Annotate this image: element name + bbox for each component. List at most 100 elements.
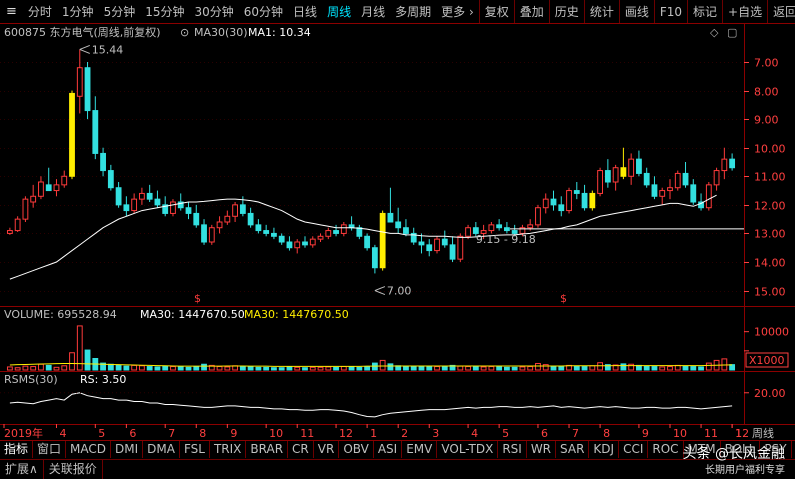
candle-body[interactable] [434,238,440,252]
candle-body[interactable] [558,204,565,212]
candle-body[interactable] [581,192,588,209]
candle-body[interactable] [224,215,231,223]
candle-body[interactable] [30,195,37,203]
indicator-trix[interactable]: TRIX [210,441,247,458]
candle-body[interactable] [333,230,339,234]
candle-body[interactable] [232,204,239,217]
candle-body[interactable] [395,221,402,229]
candle-body[interactable] [61,175,68,186]
candle-body[interactable] [636,158,642,174]
candle-body[interactable] [76,67,83,97]
indicator-cr[interactable]: CR [288,441,314,458]
candle-body[interactable] [325,230,332,237]
candle-body[interactable] [620,167,627,177]
candle-body[interactable] [651,184,658,197]
candle-body[interactable] [294,241,301,249]
tab-5min[interactable]: 5分钟 [99,0,141,23]
candle-body[interactable] [441,238,448,246]
candle-body[interactable] [713,170,720,186]
candle-body[interactable] [449,244,456,260]
dividend-mark-2[interactable]: $ [560,292,567,305]
candle-body[interactable] [247,212,254,226]
candle-body[interactable] [659,190,666,197]
candle-body[interactable] [496,224,503,229]
statistics-button[interactable]: 统计 [583,0,619,23]
history-button[interactable]: 历史 [548,0,584,23]
candle-body[interactable] [721,158,728,172]
chart-area[interactable]: 15.00 14.00 13.00 12.00 11.00 10.00 9.00 8.00 7.… [0,24,795,440]
candle-body[interactable] [628,158,635,177]
candle-body[interactable] [255,224,262,232]
overlay-button[interactable]: 叠加 [513,0,549,23]
candle-body[interactable] [566,190,572,212]
candle-body[interactable] [45,184,52,192]
candle-body[interactable] [278,235,285,243]
candle-body[interactable] [643,172,650,186]
tab-timeshare[interactable]: 分时 [23,0,57,23]
mark-button[interactable]: 标记 [687,0,722,23]
candle-body[interactable] [604,170,611,183]
candle-body[interactable] [286,241,293,249]
indicator-wr[interactable]: WR [527,441,557,458]
candle-body[interactable] [379,212,386,269]
candle-body[interactable] [69,92,75,177]
candle-body[interactable] [589,192,596,209]
adjust-button[interactable]: 复权 [478,0,514,23]
candle-body[interactable] [115,187,122,206]
candle-body[interactable] [146,192,153,200]
candle-body[interactable] [317,235,324,240]
candle-body[interactable] [488,224,495,232]
indicator-tab-label[interactable]: 指标 [0,441,34,458]
expand-tab[interactable]: 扩展∧ [0,460,44,479]
candle-body[interactable] [22,198,29,220]
candle-body[interactable] [239,204,246,214]
candle-body[interactable] [573,190,580,194]
candle-body[interactable] [542,198,549,209]
candle-body[interactable] [123,204,130,212]
indicator-emv[interactable]: EMV [402,441,438,458]
indicator-obv[interactable]: OBV [339,441,374,458]
candle-body[interactable] [418,241,425,246]
candle-body[interactable] [426,244,433,252]
indicator-fsl[interactable]: FSL [180,441,210,458]
candle-body[interactable] [550,198,557,206]
candle-body[interactable] [302,241,308,246]
tab-daily[interactable]: 日线 [288,0,322,23]
candle-body[interactable] [154,198,161,206]
price-candles[interactable] [6,44,736,296]
candle-body[interactable] [193,212,200,226]
candle-body[interactable] [107,170,114,189]
candle-body[interactable] [503,227,510,232]
indicator-asi[interactable]: ASI [374,441,403,458]
tab-weekly[interactable]: 周线 [322,0,356,23]
candle-body[interactable] [263,230,270,234]
draw-button[interactable]: 画线 [618,0,654,23]
candle-body[interactable] [682,172,689,186]
indicator-window[interactable]: 窗口 [33,441,67,458]
candle-body[interactable] [387,212,394,223]
indicator-macd[interactable]: MACD [66,441,112,458]
candle-body[interactable] [271,232,277,237]
indicator-brar[interactable]: BRAR [246,441,289,458]
tab-30min[interactable]: 30分钟 [189,0,238,23]
candle-body[interactable] [53,184,60,192]
indicator-dmi[interactable]: DMI [111,441,144,458]
candle-body[interactable] [38,181,44,197]
candle-body[interactable] [6,230,13,234]
tab-more[interactable]: 更多 › [436,0,479,23]
candle-body[interactable] [356,227,363,237]
candle-body[interactable] [403,227,409,234]
candle-body[interactable] [138,192,145,200]
candle-body[interactable] [527,224,534,229]
candle-body[interactable] [309,238,316,246]
candle-body[interactable] [705,184,712,209]
candle-body[interactable] [690,184,697,203]
candle-body[interactable] [457,235,464,260]
candle-body[interactable] [14,218,21,232]
candle-body[interactable] [185,207,192,214]
tab-multi-period[interactable]: 多周期 [390,0,436,23]
candle-body[interactable] [364,235,371,249]
dividend-mark-1[interactable]: $ [194,292,201,305]
candle-body[interactable] [84,67,91,112]
indicator-vr[interactable]: VR [314,441,340,458]
